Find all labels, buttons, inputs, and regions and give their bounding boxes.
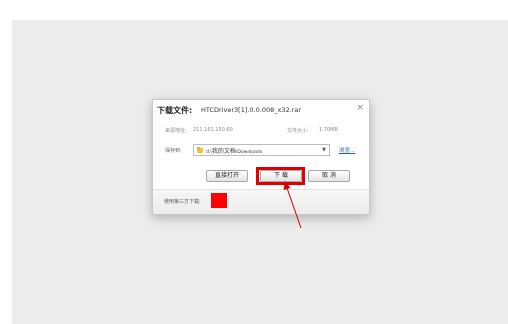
open-directly-button[interactable]: 直接打开 [206,170,248,182]
save-to-label: 保存到: [165,148,182,154]
chevron-down-icon[interactable]: ▼ [322,147,326,153]
cancel-button[interactable]: 取 消 [308,170,350,182]
save-location-row: 保存到: d:\我的文档\Downloads ▼ 浏览... [165,144,365,158]
file-name: HTCDriver3[1].0.0.008_x32.rar [201,106,301,114]
save-path-select[interactable]: d:\我的文档\Downloads ▼ [193,144,330,156]
browse-link[interactable]: 浏览... [339,146,355,154]
file-meta-row: 来源地址: 211.161.150.60 文件大小: 1.70MB [165,127,361,137]
size-value: 1.70MB [319,127,338,133]
dialog-title-label: 下载文件: [157,106,193,115]
dialog-title-bar: 下载文件: HTCDriver3[1].0.0.008_x32.rar × [153,100,369,120]
save-path-text: d:\我的文档\Downloads [206,146,262,155]
third-party-redacted-block [211,193,227,208]
folder-icon [197,147,203,153]
close-icon[interactable]: × [356,103,364,113]
size-label: 文件大小: [287,128,309,134]
path-main: 我的文档 [211,148,236,155]
path-suffix: \Downloads [235,150,263,155]
download-dialog: 下载文件: HTCDriver3[1].0.0.008_x32.rar × 来源… [152,99,370,215]
source-label: 来源地址: [165,128,187,134]
third-party-download-label: 使用第三方下载: [164,199,201,205]
dialog-footer: 使用第三方下载: [153,189,369,214]
source-value: 211.161.150.60 [193,127,233,133]
download-highlight-box [256,167,305,185]
